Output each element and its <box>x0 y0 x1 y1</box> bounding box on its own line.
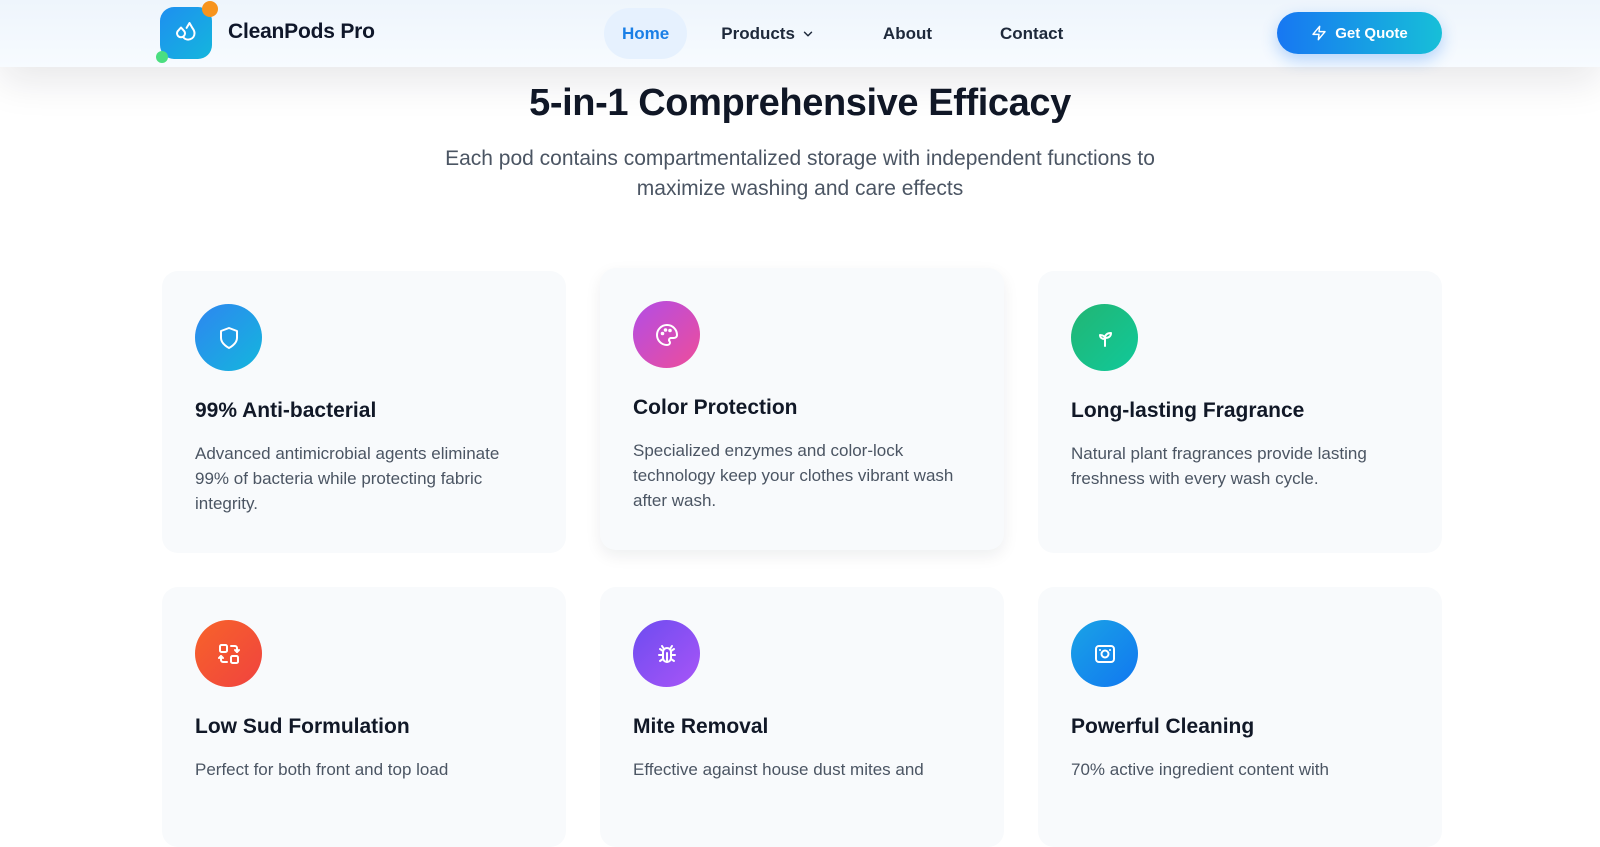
bug-icon <box>633 620 700 687</box>
feature-card-powerful-cleaning: Powerful Cleaning 70% active ingredient … <box>1038 587 1442 847</box>
washing-machine-icon <box>1071 620 1138 687</box>
feature-title: Powerful Cleaning <box>1071 715 1255 738</box>
feature-card-low-sud: Low Sud Formulation Perfect for both fro… <box>162 587 566 847</box>
nav-contact[interactable]: Contact <box>982 8 1081 59</box>
palette-icon <box>633 301 700 368</box>
feature-title: 99% Anti-bacterial <box>195 399 377 422</box>
droplets-icon <box>176 22 196 41</box>
get-quote-label: Get Quote <box>1335 24 1408 42</box>
brand-name[interactable]: CleanPods Pro <box>228 20 375 44</box>
chevron-down-icon <box>801 27 815 41</box>
section-subtitle: Each pod contains compartmentalized stor… <box>445 147 1155 200</box>
logo[interactable] <box>156 1 218 63</box>
swap-icon <box>195 620 262 687</box>
get-quote-button[interactable]: Get Quote <box>1277 12 1442 54</box>
logo-green-dot <box>156 51 168 63</box>
nav-home[interactable]: Home <box>604 8 688 59</box>
feature-description: Specialized enzymes and color-lock techn… <box>633 441 954 510</box>
feature-description: 70% active ingredient content with <box>1071 760 1329 779</box>
shield-icon <box>195 304 262 371</box>
lightning-icon <box>1312 25 1326 41</box>
feature-title: Low Sud Formulation <box>195 715 410 738</box>
main-nav: Home Products About Contact <box>604 8 1081 59</box>
feature-description: Advanced antimicrobial agents eliminate … <box>195 444 500 513</box>
feature-title: Mite Removal <box>633 715 769 738</box>
section-title: 5-in-1 Comprehensive Efficacy <box>529 82 1071 124</box>
sprout-icon <box>1071 304 1138 371</box>
nav-products[interactable]: Products <box>703 8 833 59</box>
feature-description: Natural plant fragrances provide lasting… <box>1071 444 1367 488</box>
nav-products-label: Products <box>721 23 795 43</box>
feature-description: Effective against house dust mites and <box>633 760 924 779</box>
feature-title: Color Protection <box>633 396 798 419</box>
logo-orange-dot <box>202 1 218 17</box>
feature-card-mite-removal: Mite Removal Effective against house dus… <box>600 587 1004 847</box>
feature-card-antibacterial: 99% Anti-bacterial Advanced antimicrobia… <box>162 271 566 553</box>
feature-card-color-protection: Color Protection Specialized enzymes and… <box>600 268 1004 550</box>
feature-card-fragrance: Long-lasting Fragrance Natural plant fra… <box>1038 271 1442 553</box>
site-header: CleanPods Pro Home Products About Contac… <box>0 0 1600 67</box>
feature-title: Long-lasting Fragrance <box>1071 399 1305 422</box>
feature-description: Perfect for both front and top load <box>195 760 449 779</box>
nav-about[interactable]: About <box>865 8 950 59</box>
